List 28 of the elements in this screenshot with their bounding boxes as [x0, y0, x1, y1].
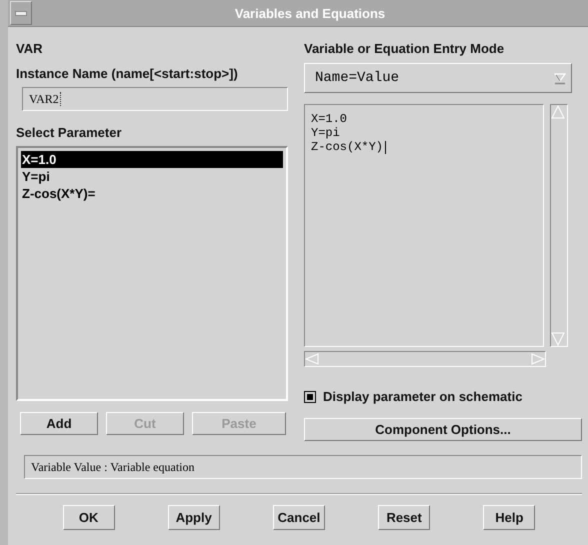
window-title: Variables and Equations	[234, 6, 386, 20]
instance-name-field[interactable]: VAR2	[22, 87, 288, 111]
component-label: VAR	[16, 41, 44, 56]
checkbox-label: Display parameter on schematic	[323, 389, 522, 404]
editor-line: X=1.0	[311, 112, 348, 126]
list-label: Select Parameter	[16, 125, 123, 140]
dialog-button[interactable]: Help	[483, 505, 536, 530]
dropdown-arrow-icon	[553, 71, 567, 85]
component-options-button[interactable]: Component Options...	[304, 418, 582, 441]
dialog-button[interactable]: Apply	[168, 505, 220, 530]
status-field: Variable Value : Variable equation	[24, 455, 582, 479]
window-menu-button[interactable]	[10, 1, 32, 25]
dialog-button[interactable]: Reset	[378, 505, 430, 530]
editor-line: Z-cos(X*Y)	[311, 140, 384, 154]
list-item[interactable]: Y=pi	[21, 168, 283, 185]
list-item[interactable]: X=1.0	[21, 151, 283, 168]
checkbox[interactable]	[304, 390, 316, 402]
entry-mode-dropdown[interactable]: Name=Value	[304, 63, 572, 93]
list-item[interactable]: Z-cos(X*Y)=	[21, 185, 283, 202]
list-action-button[interactable]: Add	[20, 412, 98, 435]
dialog-button[interactable]: Cancel	[272, 505, 325, 530]
dropdown-label: Variable or Equation Entry Mode	[304, 41, 506, 56]
equation-editor[interactable]: X=1.0 Y=pi Z-cos(X*Y)	[304, 104, 544, 347]
text-cursor-icon	[60, 92, 62, 106]
text-cursor-icon	[385, 140, 386, 154]
editor-line: Y=pi	[311, 126, 340, 140]
dialog-button[interactable]: OK	[62, 505, 115, 530]
field-label: Instance Name (name[<start:stop>])	[16, 66, 239, 81]
